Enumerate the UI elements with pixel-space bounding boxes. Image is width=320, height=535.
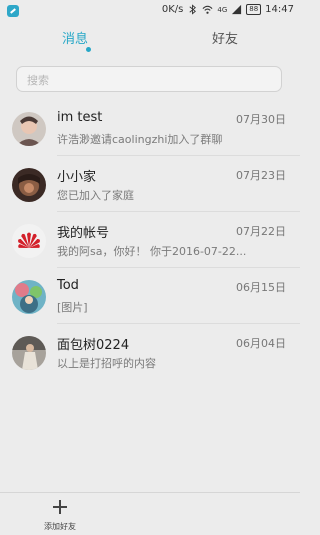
conversation-preview: [图片] xyxy=(57,301,88,314)
conversation-date: 07月30日 xyxy=(236,113,286,126)
conversation-date: 06月15日 xyxy=(236,281,286,294)
battery-icon: 88 xyxy=(246,4,262,15)
avatar xyxy=(12,336,46,370)
conversation-date: 07月23日 xyxy=(236,169,286,182)
conversation-name: 我的帐号 xyxy=(57,226,110,241)
conversation-name: im test xyxy=(57,110,103,125)
network-type: 4G xyxy=(217,5,228,14)
conversation-preview: 以上是打招呼的内容 xyxy=(57,357,156,370)
conversation-date: 06月04日 xyxy=(236,337,286,350)
conversation-name: 面包树0224 xyxy=(57,338,130,353)
search-placeholder: 搜索 xyxy=(27,74,49,87)
conversation-preview: 我的阿sa，你好！ 你于2016-07-22... xyxy=(57,245,247,258)
avatar xyxy=(12,112,46,146)
wifi-icon xyxy=(202,5,213,14)
conversation-item[interactable]: Tod 06月15日 [图片] xyxy=(0,268,300,324)
clock: 14:47 xyxy=(265,4,294,15)
bottom-bar: 添加好友 xyxy=(0,492,300,535)
conversation-date: 07月22日 xyxy=(236,225,286,238)
huawei-logo-avatar xyxy=(12,224,46,258)
active-tab-indicator xyxy=(86,47,91,52)
tab-bar: 消息 好友 xyxy=(0,28,300,58)
tab-friends[interactable]: 好友 xyxy=(150,28,300,47)
add-friend-button[interactable]: 添加好友 xyxy=(38,497,82,533)
conversation-name: Tod xyxy=(57,278,79,293)
conversation-name: 小小家 xyxy=(57,170,97,185)
bluetooth-icon xyxy=(189,4,197,15)
signal-icon xyxy=(232,4,242,15)
status-bar: 0K/s 4G 88 14:47 xyxy=(0,0,300,22)
avatar xyxy=(12,168,46,202)
app-notification-icon xyxy=(7,5,19,17)
conversation-item[interactable]: im test 07月30日 许浩渺邀请caolingzhi加入了群聊 xyxy=(0,100,300,156)
conversation-preview: 许浩渺邀请caolingzhi加入了群聊 xyxy=(57,133,223,146)
conversation-list: im test 07月30日 许浩渺邀请caolingzhi加入了群聊 小小家 … xyxy=(0,100,300,380)
conversation-item[interactable]: 小小家 07月23日 您已加入了家庭 xyxy=(0,156,300,212)
status-bar-right: 0K/s 4G 88 14:47 xyxy=(162,4,294,15)
plus-icon xyxy=(53,500,67,514)
add-friend-label: 添加好友 xyxy=(44,522,76,531)
conversation-item[interactable]: 面包树0224 06月04日 以上是打招呼的内容 xyxy=(0,324,300,380)
conversation-item[interactable]: 我的帐号 07月22日 我的阿sa，你好！ 你于2016-07-22... xyxy=(0,212,300,268)
battery-level: 88 xyxy=(249,5,259,13)
avatar xyxy=(12,280,46,314)
search-input[interactable]: 搜索 xyxy=(16,66,282,92)
conversation-preview: 您已加入了家庭 xyxy=(57,189,134,202)
tab-messages[interactable]: 消息 xyxy=(0,28,150,47)
network-speed: 0K/s xyxy=(161,4,184,15)
